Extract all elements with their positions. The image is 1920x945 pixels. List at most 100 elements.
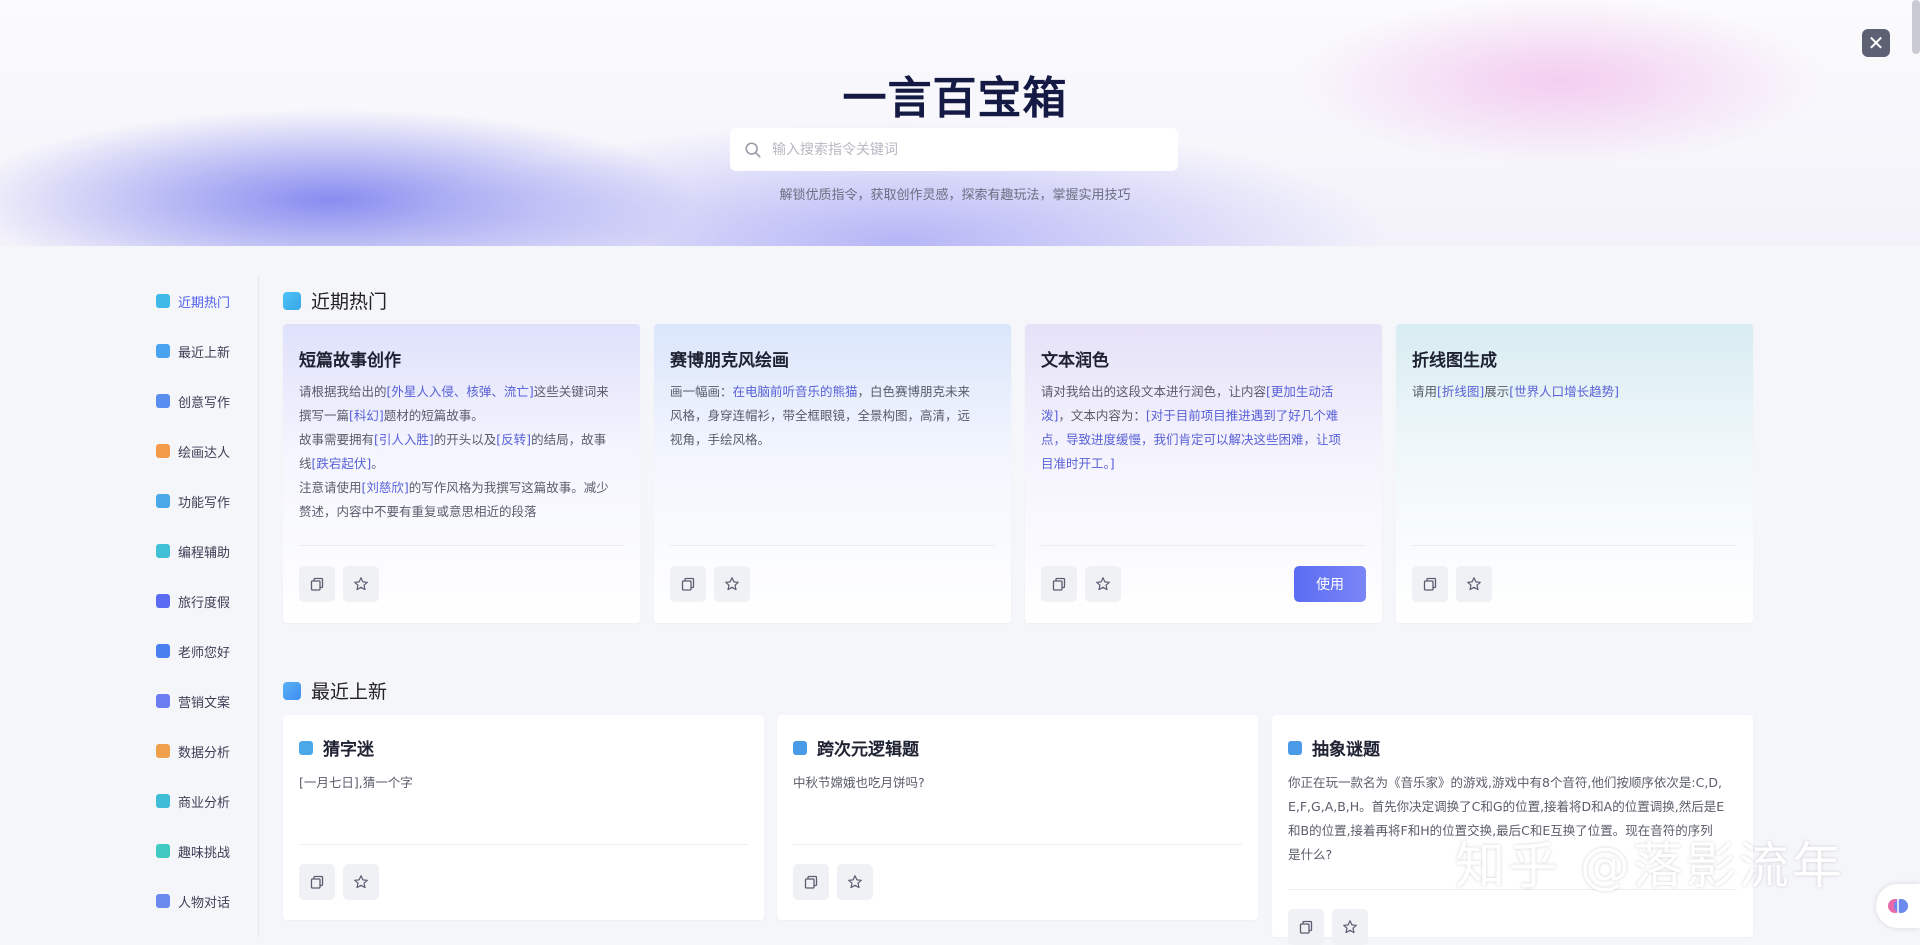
body-text: 风格，身穿连帽衫，带全框眼镜，全景构图，高清，远	[670, 408, 971, 423]
highlight-text: [引人入胜]	[374, 432, 434, 447]
sidebar-item[interactable]: 绘画达人	[150, 426, 258, 476]
body-text: 是什么?	[1288, 847, 1333, 862]
prompt-card[interactable]: 赛博朋克风绘画画一幅画：在电脑前听音乐的熊猫，白色赛博朋克未来风格，身穿连帽衫，…	[654, 324, 1011, 623]
favorite-button[interactable]	[714, 566, 750, 602]
highlight-text: [跌宕起伏]	[311, 456, 372, 471]
sidebar-item[interactable]: 近期热门	[150, 276, 258, 326]
close-button[interactable]: ✕	[1862, 29, 1890, 57]
favorite-button[interactable]	[1456, 566, 1492, 602]
copy-button[interactable]	[299, 864, 335, 900]
sidebar-item-label: 近期热门	[178, 295, 231, 311]
brain-icon	[1888, 899, 1908, 913]
text-line: 视角，手绘风格。	[670, 428, 970, 452]
favorite-button[interactable]	[343, 864, 379, 900]
body-text: 视角，手绘风格。	[670, 432, 771, 447]
sidebar-item[interactable]: 数据分析	[150, 726, 258, 776]
copy-button[interactable]	[793, 864, 829, 900]
card-title: 赛博朋克风绘画	[670, 346, 789, 371]
copy-button[interactable]	[670, 566, 706, 602]
sidebar-item[interactable]: 人物对话	[150, 876, 258, 926]
text-line: 赘述，内容中不要有重复或意思相近的段落	[299, 500, 609, 524]
sidebar-item[interactable]: 功能写作	[150, 476, 258, 526]
prompt-card[interactable]: 猜字迷 [一月七日],猜一个字	[283, 715, 764, 920]
search-input[interactable]	[770, 140, 1164, 159]
body-text: 这些关键词来	[533, 384, 609, 399]
star-icon	[848, 875, 862, 889]
prompt-card[interactable]: 折线图生成请用[折线图]展示[世界人口增长趋势]	[1396, 324, 1753, 623]
hero-subtitle: 解锁优质指令，获取创作灵感，探索有趣玩法，掌握实用技巧	[779, 188, 1131, 203]
text-line: 请用[折线图]展示[世界人口增长趋势]	[1412, 380, 1619, 404]
highlight-text: [外星人入侵、核弹、流亡]	[386, 384, 534, 399]
sidebar-item[interactable]: 编程辅助	[150, 526, 258, 576]
category-icon	[156, 394, 170, 408]
text-line: 泼]，文本内容为：[对于目前项目推进遇到了好几个难	[1041, 404, 1341, 428]
card-description: 请用[折线图]展示[世界人口增长趋势]	[1412, 380, 1619, 404]
text-line: 请对我给出的这段文本进行润色，让内容[更加生动活	[1041, 380, 1341, 404]
prompt-card[interactable]: 短篇故事创作 请根据我给出的[外星人入侵、核弹、流亡]这些关键词来 撰写一篇[科幻]…	[283, 324, 640, 623]
favorite-button[interactable]	[837, 864, 873, 900]
favorite-button[interactable]	[343, 566, 379, 602]
card-title-text: 跨次元逻辑题	[817, 740, 919, 760]
category-icon	[156, 694, 170, 708]
card-divider	[793, 844, 1242, 845]
watermark: 知乎 @落影流年	[1455, 837, 1845, 895]
card-title-text: 抽象谜题	[1312, 740, 1380, 760]
search-box[interactable]	[730, 128, 1178, 171]
cube-icon	[1288, 740, 1302, 755]
sidebar-item[interactable]: 趣味挑战	[150, 826, 258, 876]
star-icon	[725, 577, 739, 591]
sidebar-item[interactable]: 商业分析	[150, 776, 258, 826]
copy-button[interactable]	[1041, 566, 1077, 602]
body-text: 。	[371, 456, 384, 471]
text-line: 撰写一篇[科幻]题材的短篇故事。	[299, 404, 609, 428]
sidebar-item[interactable]: 最近上新	[150, 326, 258, 376]
highlight-text: 目准时开工。]	[1041, 456, 1115, 471]
sidebar-item-label: 数据分析	[178, 745, 231, 761]
card-divider	[299, 844, 748, 845]
star-icon	[354, 875, 368, 889]
assistant-float-button[interactable]	[1876, 884, 1920, 928]
card-description: [一月七日],猜一个字	[299, 771, 413, 795]
page-title: 一言百宝箱	[842, 73, 1068, 124]
section-title-new: 最近上新	[283, 677, 387, 704]
prompt-card[interactable]: 文本润色请对我给出的这段文本进行润色，让内容[更加生动活 泼]，文本内容为：[对于…	[1025, 324, 1382, 623]
sidebar-item[interactable]: 老师您好	[150, 626, 258, 676]
text-line: 故事需要拥有[引人入胜]的开头以及[反转]的结局，故事	[299, 428, 609, 452]
card-title-text: 文本润色	[1041, 351, 1109, 371]
card-title: 折线图生成	[1412, 346, 1497, 371]
document-icon	[283, 291, 301, 310]
body-text: 注意请使用	[299, 480, 362, 495]
card-divider	[1412, 545, 1737, 546]
text-line: 画一幅画：在电脑前听音乐的熊猫，白色赛博朋克未来	[670, 380, 970, 404]
highlight-text: [反转]	[496, 432, 532, 447]
cube-icon	[299, 740, 313, 755]
sidebar-item-label: 营销文案	[178, 695, 231, 711]
scrollbar-thumb[interactable]	[1912, 0, 1920, 54]
text-line: 风格，身穿连帽衫，带全框眼镜，全景构图，高清，远	[670, 404, 970, 428]
sidebar-item-label: 绘画达人	[178, 445, 231, 461]
sidebar-item-label: 人物对话	[178, 895, 231, 911]
copy-icon	[681, 577, 695, 591]
cube-icon	[793, 740, 807, 755]
highlight-text: [刘慈欣]	[361, 480, 409, 495]
category-icon	[156, 644, 170, 658]
copy-icon	[310, 577, 324, 591]
category-icon	[156, 494, 170, 508]
sidebar-item-label: 创意写作	[178, 395, 231, 411]
card-title-text: 猜字迷	[323, 740, 374, 760]
card-description: 画一幅画：在电脑前听音乐的熊猫，白色赛博朋克未来风格，身穿连帽衫，带全框眼镜，全…	[670, 380, 970, 452]
copy-button[interactable]	[1412, 566, 1448, 602]
sidebar-item[interactable]: 营销文案	[150, 676, 258, 726]
card-divider	[1041, 545, 1366, 546]
use-button[interactable]: 使用	[1294, 566, 1366, 602]
prompt-card[interactable]: 跨次元逻辑题 中秋节嫦娥也吃月饼吗?	[777, 715, 1258, 920]
favorite-button[interactable]	[1085, 566, 1121, 602]
highlight-text: [世界人口增长趋势]	[1509, 384, 1620, 399]
category-icon	[156, 844, 170, 858]
sidebar-item[interactable]: 旅行度假	[150, 576, 258, 626]
copy-button[interactable]	[299, 566, 335, 602]
body-text: 请根据我给出的	[299, 384, 387, 399]
sidebar-item[interactable]: 创意写作	[150, 376, 258, 426]
copy-button[interactable]	[1288, 909, 1324, 945]
favorite-button[interactable]	[1332, 909, 1368, 945]
